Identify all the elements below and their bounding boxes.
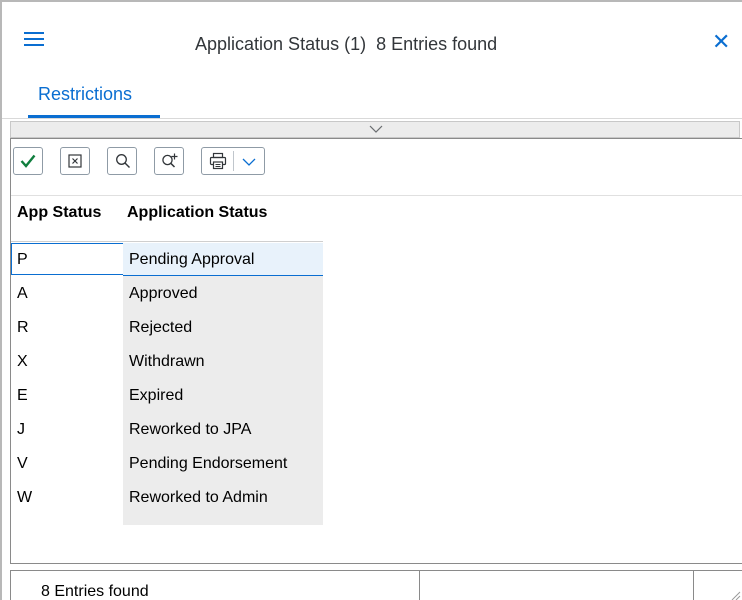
table-row[interactable]: J Reworked to JPA [11, 413, 323, 447]
search-button[interactable] [107, 147, 137, 175]
row-status: Reworked to Admin [129, 489, 268, 506]
dialog-title-text: Application Status (1) [195, 34, 367, 54]
dialog-header: Application Status (1) 8 Entries found ✕ [2, 2, 742, 69]
status-entries-found: 8 Entries found [41, 583, 149, 600]
results-panel: App Status Application Status P Pending … [10, 138, 742, 564]
row-code: W [17, 489, 33, 506]
search-icon [116, 154, 131, 169]
table-header-divider [11, 241, 323, 242]
entries-found-title: 8 Entries found [376, 34, 498, 54]
header-divider [2, 118, 742, 119]
row-status: Reworked to JPA [129, 421, 252, 438]
search-more-button[interactable] [154, 147, 184, 175]
table-row[interactable]: P Pending Approval [11, 243, 323, 277]
status-divider [693, 571, 694, 600]
status-divider [419, 571, 420, 600]
print-button-divider [233, 151, 234, 171]
row-code: J [17, 421, 25, 438]
chevron-down-icon [369, 125, 383, 133]
table-row[interactable]: W Reworked to Admin [11, 481, 323, 515]
table-row[interactable]: V Pending Endorsement [11, 447, 323, 481]
resize-grip-icon[interactable] [729, 589, 741, 600]
close-icon[interactable]: ✕ [712, 32, 730, 54]
value-help-dialog: Application Status (1) 8 Entries found ✕ … [0, 0, 742, 600]
column-header-app-status[interactable]: App Status [17, 203, 101, 223]
table-row[interactable]: R Rejected [11, 311, 323, 345]
table-row[interactable]: A Approved [11, 277, 323, 311]
column-header-application-status[interactable]: Application Status [127, 203, 267, 223]
print-button[interactable] [201, 147, 265, 175]
collapse-restrictions-bar[interactable] [10, 121, 740, 138]
menu-icon[interactable] [24, 32, 44, 46]
status-bar: 8 Entries found [10, 570, 742, 600]
row-status: Approved [129, 285, 198, 302]
row-status: Pending Approval [129, 251, 255, 268]
row-status: Pending Endorsement [129, 455, 288, 472]
selected-cell-frame [11, 243, 123, 275]
tab-bar: Restrictions [2, 68, 742, 118]
row-code: A [17, 285, 28, 302]
accept-button[interactable] [13, 147, 43, 175]
close-box-icon [68, 154, 82, 168]
row-code: V [17, 455, 28, 472]
row-status: Rejected [129, 319, 193, 336]
row-code: E [17, 387, 28, 404]
row-code: R [17, 319, 29, 336]
tab-restrictions[interactable]: Restrictions [28, 68, 160, 118]
results-toolbar [11, 139, 742, 196]
cancel-button[interactable] [60, 147, 90, 175]
table-row[interactable]: X Withdrawn [11, 345, 323, 379]
table-row[interactable]: E Expired [11, 379, 323, 413]
panel-bottom-border [11, 563, 742, 564]
row-status: Expired [129, 387, 184, 404]
tab-restrictions-label: Restrictions [38, 84, 133, 104]
dialog-title: Application Status (1) 8 Entries found [195, 33, 497, 55]
row-code: P [17, 251, 28, 268]
row-code: X [17, 353, 28, 370]
search-plus-icon [162, 153, 178, 168]
chevron-down-icon[interactable] [242, 158, 256, 166]
checkmark-icon [20, 154, 36, 168]
print-icon [209, 152, 227, 170]
row-status: Withdrawn [129, 353, 205, 370]
